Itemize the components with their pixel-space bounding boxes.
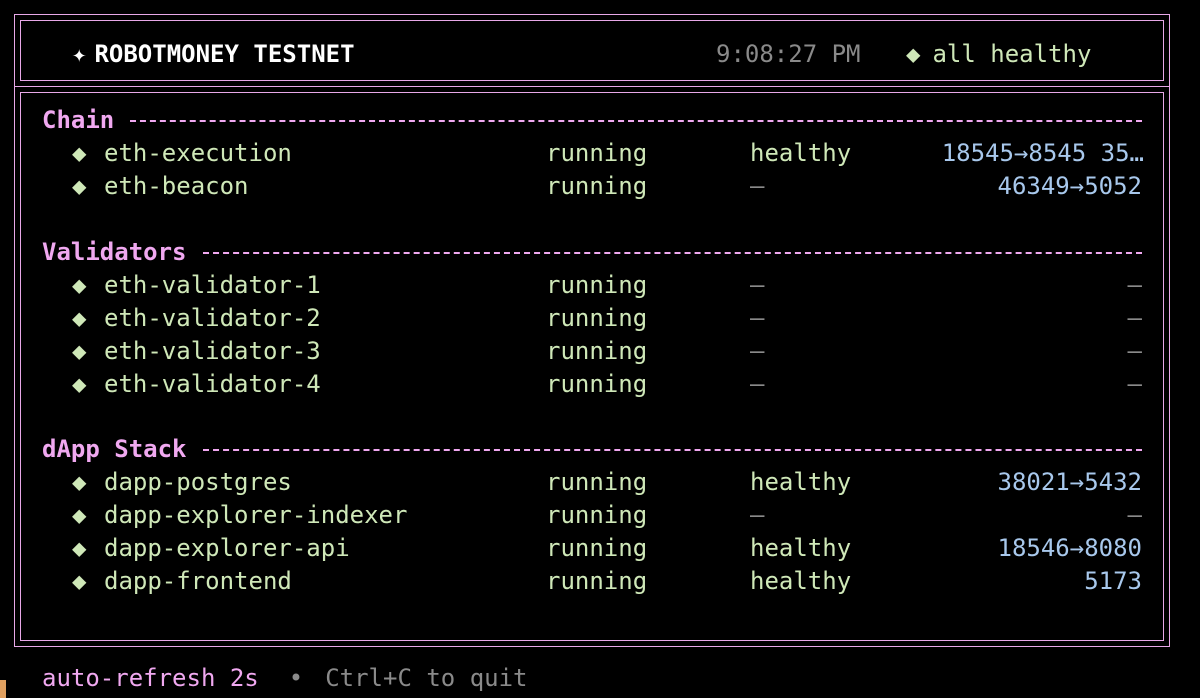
- service-row-eth-validator-1: ◆ eth-validator-1 running – –: [0, 269, 1200, 302]
- service-ports: 5173: [1084, 567, 1142, 595]
- overall-status-text: all healthy: [932, 40, 1092, 68]
- section-divider: [202, 252, 1142, 254]
- service-ports: –: [1127, 501, 1142, 529]
- service-row-eth-validator-2: ◆ eth-validator-2 running – –: [0, 302, 1200, 335]
- service-name: eth-execution: [104, 139, 292, 167]
- service-row-eth-validator-4: ◆ eth-validator-4 running – –: [0, 368, 1200, 401]
- service-ports: 18546→8080: [997, 534, 1143, 562]
- service-health: –: [750, 172, 765, 200]
- service-health: –: [750, 370, 765, 398]
- service-health: healthy: [750, 468, 852, 496]
- diamond-icon: ◆: [72, 501, 87, 529]
- diamond-icon: ◆: [72, 271, 87, 299]
- service-name: eth-validator-2: [104, 304, 321, 332]
- section-title: dApp Stack: [42, 435, 187, 463]
- diamond-icon: ◆: [72, 337, 87, 365]
- service-state: running: [546, 271, 648, 299]
- service-ports: 38021→5432: [997, 468, 1143, 496]
- service-name: eth-validator-4: [104, 370, 321, 398]
- service-name: eth-beacon: [104, 172, 249, 200]
- service-name: dapp-explorer-api: [104, 534, 350, 562]
- service-state: running: [546, 337, 648, 365]
- app-title-text: ROBOTMONEY TESTNET: [94, 40, 355, 68]
- service-ports: 46349→5052: [997, 172, 1143, 200]
- terminal-cursor: [0, 680, 6, 698]
- section-divider: [130, 120, 1142, 122]
- service-ports: 18545→8545 35…: [941, 139, 1144, 167]
- service-name: dapp-postgres: [104, 468, 292, 496]
- service-state: running: [546, 468, 648, 496]
- service-row-eth-validator-3: ◆ eth-validator-3 running – –: [0, 335, 1200, 368]
- service-row-eth-beacon: ◆ eth-beacon running – 46349→5052: [0, 170, 1200, 203]
- sparkle-icon: ✦: [72, 40, 87, 68]
- diamond-icon: ◆: [72, 567, 87, 595]
- service-state: running: [546, 370, 648, 398]
- quit-hint: Ctrl+C to quit: [325, 664, 528, 692]
- section-divider: [202, 449, 1142, 451]
- service-name: eth-validator-1: [104, 271, 321, 299]
- service-health: –: [750, 501, 765, 529]
- service-row-dapp-explorer-api: ◆ dapp-explorer-api running healthy 1854…: [0, 532, 1200, 565]
- diamond-icon: ◆: [72, 534, 87, 562]
- service-health: –: [750, 271, 765, 299]
- service-state: running: [546, 139, 648, 167]
- auto-refresh-label: auto-refresh 2s: [42, 664, 259, 692]
- service-ports: –: [1127, 370, 1142, 398]
- service-health: –: [750, 337, 765, 365]
- diamond-icon: ◆: [906, 40, 921, 68]
- diamond-icon: ◆: [72, 304, 87, 332]
- section-header-dapp-stack: dApp Stack: [42, 433, 1142, 465]
- clock: 9:08:27 PM: [716, 40, 861, 68]
- overall-status: ◆ all healthy: [906, 38, 1091, 70]
- service-ports: –: [1127, 304, 1142, 332]
- app-title: ✦ ROBOTMONEY TESTNET: [72, 38, 355, 70]
- service-health: healthy: [750, 567, 852, 595]
- service-row-dapp-explorer-indexer: ◆ dapp-explorer-indexer running – –: [0, 499, 1200, 532]
- service-name: eth-validator-3: [104, 337, 321, 365]
- diamond-icon: ◆: [72, 468, 87, 496]
- service-health: healthy: [750, 534, 852, 562]
- service-state: running: [546, 567, 648, 595]
- diamond-icon: ◆: [72, 139, 87, 167]
- bullet-separator: •: [288, 664, 304, 692]
- service-state: running: [546, 534, 648, 562]
- service-row-eth-execution: ◆ eth-execution running healthy 18545→85…: [0, 137, 1200, 170]
- service-state: running: [546, 501, 648, 529]
- footer-status-line: auto-refresh 2s • Ctrl+C to quit: [42, 662, 528, 694]
- service-name: dapp-frontend: [104, 567, 292, 595]
- service-row-dapp-frontend: ◆ dapp-frontend running healthy 5173: [0, 565, 1200, 598]
- section-title: Chain: [42, 106, 115, 134]
- section-header-chain: Chain: [42, 104, 1142, 136]
- service-state: running: [546, 172, 648, 200]
- service-health: –: [750, 304, 765, 332]
- service-health: healthy: [750, 139, 852, 167]
- service-name: dapp-explorer-indexer: [104, 501, 408, 529]
- diamond-icon: ◆: [72, 370, 87, 398]
- service-state: running: [546, 304, 648, 332]
- diamond-icon: ◆: [72, 172, 87, 200]
- section-header-validators: Validators: [42, 236, 1142, 268]
- service-ports: –: [1127, 271, 1142, 299]
- section-title: Validators: [42, 238, 187, 266]
- service-row-dapp-postgres: ◆ dapp-postgres running healthy 38021→54…: [0, 466, 1200, 499]
- service-ports: –: [1127, 337, 1142, 365]
